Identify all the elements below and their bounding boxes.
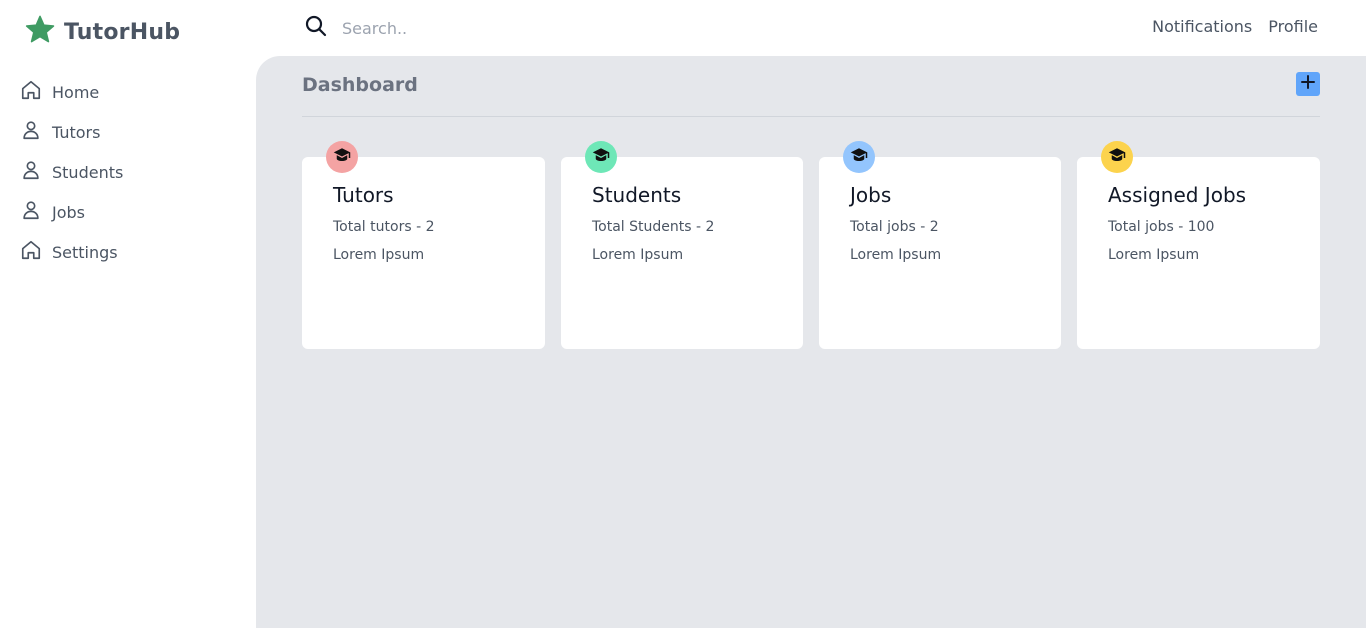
main-content: Dashboard Tutors Total tutors - 2 Lorem …	[256, 56, 1366, 628]
graduation-cap-icon	[1108, 146, 1126, 168]
sidebar-item-jobs[interactable]: Jobs	[18, 192, 238, 232]
card-title: Students	[592, 183, 682, 207]
card-title: Assigned Jobs	[1108, 183, 1247, 207]
card-tutors[interactable]: Tutors Total tutors - 2 Lorem Ipsum	[302, 141, 545, 349]
search-bar	[304, 14, 642, 42]
star-icon	[24, 14, 56, 50]
card-jobs[interactable]: Jobs Total jobs - 2 Lorem Ipsum	[819, 141, 1061, 349]
card-title: Jobs	[850, 183, 892, 207]
card-description: Lorem Ipsum	[333, 247, 425, 263]
home-icon	[20, 239, 42, 265]
search-icon[interactable]	[304, 14, 328, 42]
app: TutorHub Home Tutors Students Jobs Setti…	[0, 0, 1366, 628]
card-description: Lorem Ipsum	[592, 247, 684, 263]
stats-cards: Tutors Total tutors - 2 Lorem Ipsum Stud…	[302, 141, 1320, 349]
card-stat: Total Students - 2	[592, 219, 715, 235]
add-button[interactable]	[1296, 72, 1320, 96]
sidebar-item-home[interactable]: Home	[18, 72, 238, 112]
sidebar-item-label: Jobs	[52, 202, 85, 222]
plus-icon	[1299, 73, 1317, 95]
card-badge	[585, 141, 617, 173]
graduation-cap-icon	[333, 146, 351, 168]
card-stat: Total jobs - 100	[1108, 219, 1215, 235]
sidebar-nav: Home Tutors Students Jobs Settings	[18, 72, 238, 272]
profile-link[interactable]: Profile	[1268, 17, 1318, 36]
sidebar-item-label: Tutors	[52, 122, 101, 142]
card-assigned-jobs[interactable]: Assigned Jobs Total jobs - 100 Lorem Ips…	[1077, 141, 1320, 349]
card-description: Lorem Ipsum	[850, 247, 942, 263]
sidebar-item-students[interactable]: Students	[18, 152, 238, 192]
sidebar-item-label: Home	[52, 82, 100, 102]
sidebar-item-tutors[interactable]: Tutors	[18, 112, 238, 152]
brand-logo[interactable]: TutorHub	[24, 14, 180, 50]
sidebar-item-settings[interactable]: Settings	[18, 232, 238, 272]
user-icon	[20, 199, 42, 225]
divider	[302, 116, 1320, 117]
card-students[interactable]: Students Total Students - 2 Lorem Ipsum	[561, 141, 803, 349]
top-nav: Notifications Profile	[1152, 17, 1318, 36]
page-title: Dashboard	[302, 74, 418, 96]
card-badge	[843, 141, 875, 173]
graduation-cap-icon	[592, 146, 610, 168]
notifications-link[interactable]: Notifications	[1152, 17, 1252, 36]
card-stat: Total jobs - 2	[850, 219, 939, 235]
search-input[interactable]	[342, 18, 642, 38]
card-stat: Total tutors - 2	[333, 219, 435, 235]
brand-name: TutorHub	[64, 19, 181, 45]
card-badge	[1101, 141, 1133, 173]
user-icon	[20, 159, 42, 185]
card-badge	[326, 141, 358, 173]
card-title: Tutors	[333, 183, 394, 207]
sidebar-item-label: Students	[52, 162, 124, 182]
user-icon	[20, 119, 42, 145]
card-description: Lorem Ipsum	[1108, 247, 1200, 263]
home-icon	[20, 79, 42, 105]
graduation-cap-icon	[850, 146, 868, 168]
sidebar-item-label: Settings	[52, 242, 118, 262]
